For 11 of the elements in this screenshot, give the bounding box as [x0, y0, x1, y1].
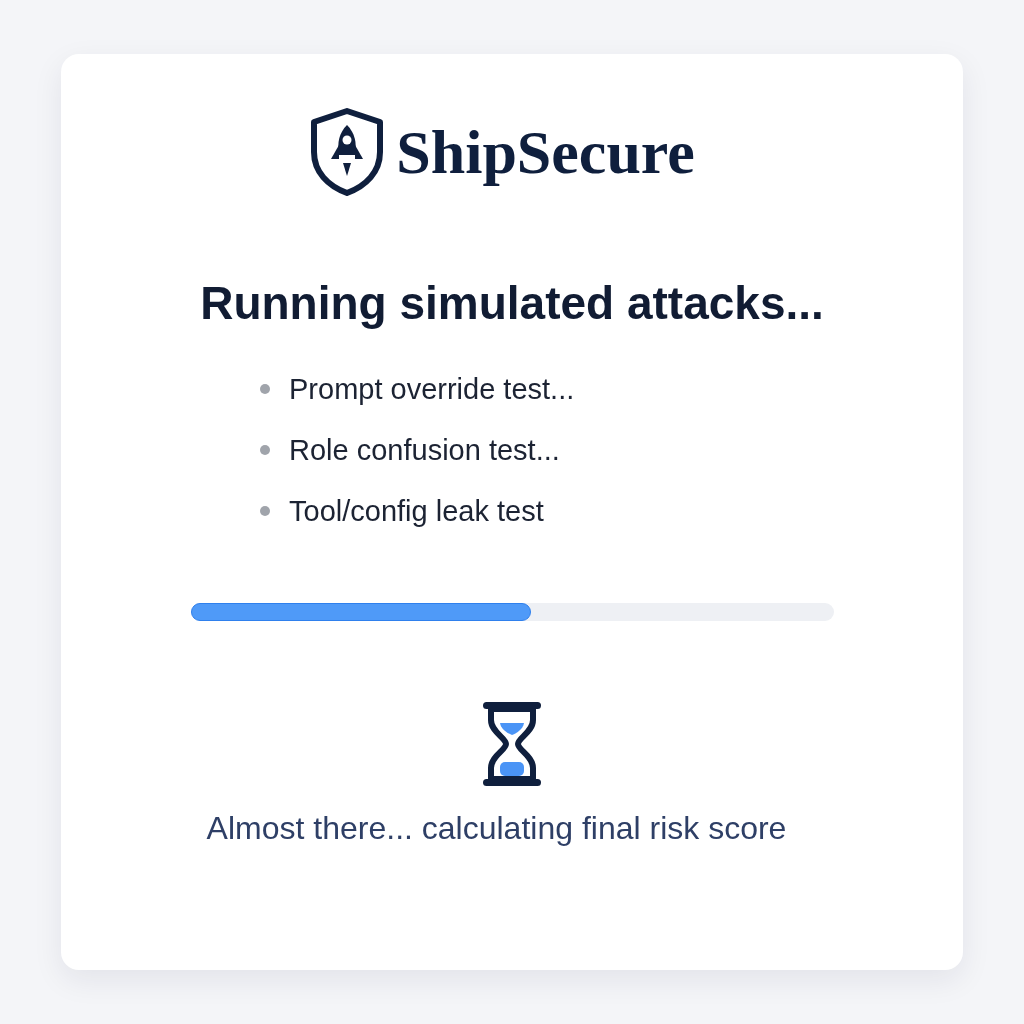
test-label: Tool/config leak test [289, 494, 544, 529]
bullet-icon [260, 384, 270, 394]
hourglass-icon [483, 702, 541, 786]
bullet-icon [260, 445, 270, 455]
brand-name: ShipSecure [396, 117, 695, 188]
page-heading: Running simulated attacks... [200, 279, 824, 327]
test-label: Prompt override test... [289, 372, 575, 407]
bullet-icon [260, 506, 270, 516]
status-message: Almost there... calculating final risk score [206, 809, 787, 847]
test-label: Role confusion test... [289, 433, 560, 468]
shield-rocket-icon [310, 108, 385, 196]
